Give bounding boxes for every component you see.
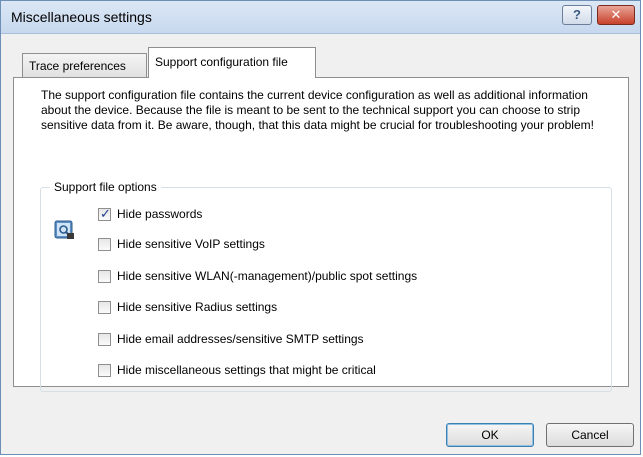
help-button[interactable]: ? (562, 5, 592, 25)
option-hide-radius[interactable]: Hide sensitive Radius settings (98, 299, 277, 315)
tab-support-configuration-file[interactable]: Support configuration file (148, 47, 316, 78)
config-file-icon (54, 220, 74, 239)
checkbox-hide-radius[interactable] (98, 300, 111, 314)
option-label: Hide email addresses/sensitive SMTP sett… (117, 332, 364, 346)
option-label: Hide passwords (117, 207, 203, 221)
option-label: Hide miscellaneous settings that might b… (117, 363, 376, 377)
option-label: Hide sensitive VoIP settings (117, 237, 265, 251)
checkbox-hide-voip[interactable] (98, 237, 111, 251)
option-hide-smtp[interactable]: Hide email addresses/sensitive SMTP sett… (98, 331, 364, 347)
option-hide-passwords[interactable]: ✓ Hide passwords (98, 206, 202, 222)
close-button[interactable]: ✕ (597, 5, 635, 25)
option-hide-misc[interactable]: Hide miscellaneous settings that might b… (98, 362, 376, 378)
option-hide-voip[interactable]: Hide sensitive VoIP settings (98, 236, 265, 252)
checkbox-hide-passwords[interactable]: ✓ (98, 205, 111, 221)
tab-trace-preferences[interactable]: Trace preferences (22, 53, 147, 77)
group-label: Support file options (50, 180, 161, 194)
title-bar: Miscellaneous settings ? ✕ (1, 1, 640, 34)
option-label: Hide sensitive WLAN(-management)/public … (117, 269, 418, 283)
ok-button[interactable]: OK (446, 423, 534, 447)
support-description: The support configuration file contains … (41, 88, 594, 132)
checkbox-hide-wlan[interactable] (98, 269, 111, 283)
window-title: Miscellaneous settings (11, 9, 152, 25)
dialog-window: Miscellaneous settings ? ✕ Trace prefere… (0, 0, 641, 455)
checkmark-icon: ✓ (100, 205, 111, 221)
cancel-button[interactable]: Cancel (546, 423, 634, 447)
option-hide-wlan[interactable]: Hide sensitive WLAN(-management)/public … (98, 268, 417, 284)
checkbox-hide-smtp[interactable] (98, 332, 111, 346)
checkbox-hide-misc[interactable] (98, 363, 111, 377)
option-label: Hide sensitive Radius settings (117, 300, 278, 314)
